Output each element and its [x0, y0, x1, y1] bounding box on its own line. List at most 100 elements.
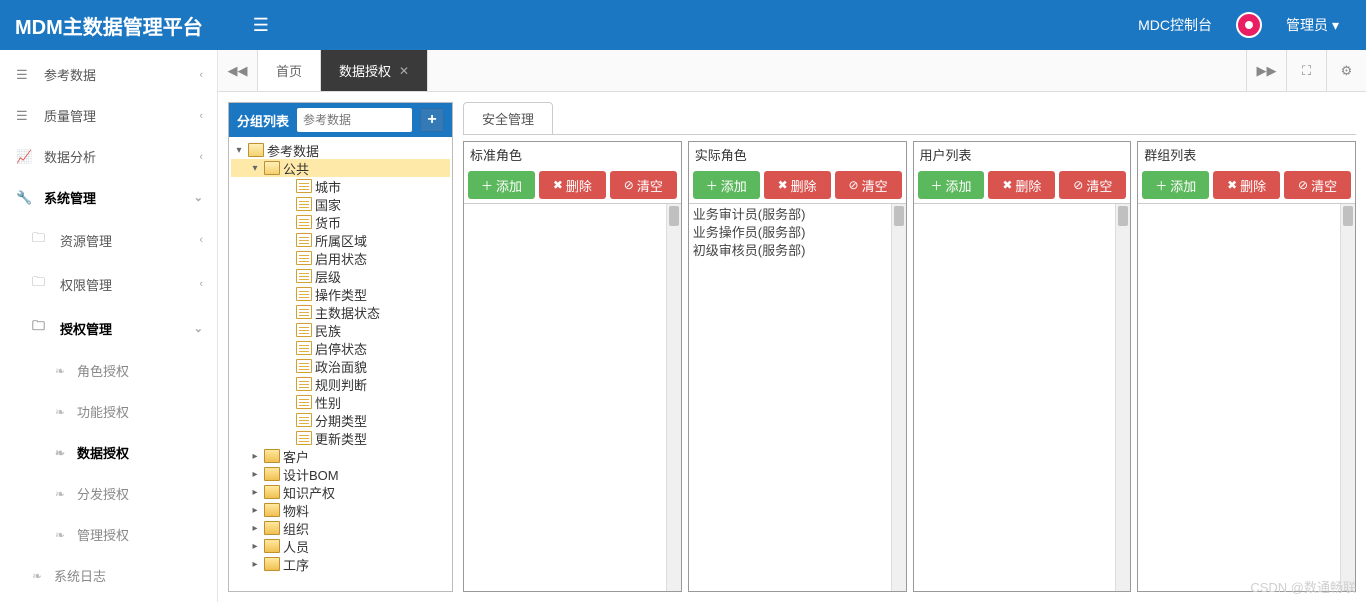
delete-button[interactable]: ✖删除 [988, 171, 1055, 199]
ban-icon: ⊘ [849, 178, 859, 192]
expand-icon[interactable]: ▸ [249, 541, 261, 552]
tree-node[interactable]: ▸工序 [231, 555, 450, 573]
tree-node[interactable]: ▸组织 [231, 519, 450, 537]
app-title: MDM主数据管理平台 [15, 11, 253, 40]
settings-button[interactable]: ⚙ [1326, 50, 1366, 91]
tree-node[interactable]: 操作类型 [231, 285, 450, 303]
sidebar-label: 系统管理 [44, 188, 96, 207]
expand-icon[interactable]: ▸ [249, 487, 261, 498]
tree-node[interactable]: ▸物料 [231, 501, 450, 519]
expand-icon[interactable]: ▸ [249, 559, 261, 570]
scrollbar-thumb[interactable] [669, 206, 679, 226]
close-icon[interactable]: ✕ [399, 64, 409, 78]
tab-data-auth[interactable]: 数据授权 ✕ [321, 50, 428, 91]
group-search-input[interactable] [297, 108, 412, 132]
clear-button[interactable]: ⊘清空 [835, 171, 902, 199]
sidebar-tail-item[interactable]: ❧修改密码 [0, 596, 217, 602]
tree-node[interactable]: 政治面貌 [231, 357, 450, 375]
clear-button[interactable]: ⊘清空 [1284, 171, 1351, 199]
user-menu[interactable]: 管理员▾ [1274, 15, 1351, 35]
tree-node[interactable]: 民族 [231, 321, 450, 339]
add-button[interactable]: ＋添加 [693, 171, 760, 199]
tree-node[interactable]: 规则判断 [231, 375, 450, 393]
sidebar-subitem[interactable]: 🗀授权管理⌄ [0, 306, 217, 350]
add-button[interactable]: ＋添加 [468, 171, 535, 199]
user-label: 管理员 [1286, 15, 1328, 35]
sidebar-item[interactable]: ☰质量管理‹ [0, 95, 217, 136]
tree-label: 知识产权 [283, 483, 335, 502]
list-item[interactable]: 初级审核员(服务部) [693, 242, 902, 260]
scrollbar-thumb[interactable] [894, 206, 904, 226]
sidebar-leaf[interactable]: ❧功能授权 [0, 391, 217, 432]
panel-title: 群组列表 [1138, 142, 1355, 167]
expand-icon[interactable]: ▾ [249, 163, 261, 174]
scrollbar[interactable] [666, 204, 681, 591]
tree-node[interactable]: 分期类型 [231, 411, 450, 429]
tabs-prev-button[interactable]: ◀◀ [218, 50, 258, 91]
sidebar-subitem[interactable]: 🗀资源管理‹ [0, 218, 217, 262]
tree-label: 操作类型 [315, 285, 367, 304]
tree-node[interactable]: 启停状态 [231, 339, 450, 357]
tree-node[interactable]: 性别 [231, 393, 450, 411]
tree-node[interactable]: ▸客户 [231, 447, 450, 465]
sidebar-leaf[interactable]: ❧角色授权 [0, 350, 217, 391]
right-area: 安全管理 标准角色 ＋添加 ✖删除 ⊘清空 实际角色 ＋添加 ✖删除 ⊘清空 业… [463, 102, 1356, 592]
list-item[interactable]: 业务审计员(服务部) [693, 206, 902, 224]
tree-node[interactable]: 所属区域 [231, 231, 450, 249]
tree-node[interactable]: 主数据状态 [231, 303, 450, 321]
tree-node[interactable]: ▸人员 [231, 537, 450, 555]
add-button[interactable]: ＋添加 [1142, 171, 1209, 199]
expand-icon[interactable]: ▾ [233, 145, 245, 156]
clear-button[interactable]: ⊘清空 [610, 171, 677, 199]
tree-node[interactable]: 国家 [231, 195, 450, 213]
expand-icon[interactable]: ▸ [249, 523, 261, 534]
tab-security[interactable]: 安全管理 [463, 102, 553, 134]
expand-icon[interactable]: ▸ [249, 469, 261, 480]
sidebar-item[interactable]: ☰参考数据‹ [0, 54, 217, 95]
sidebar-item[interactable]: 📈数据分析‹ [0, 136, 217, 177]
location-icon[interactable] [1224, 12, 1274, 38]
delete-button[interactable]: ✖删除 [539, 171, 606, 199]
tree-node[interactable]: 更新类型 [231, 429, 450, 447]
menu-toggle-icon[interactable]: ☰ [253, 15, 269, 36]
add-button[interactable]: ＋添加 [918, 171, 985, 199]
tree-node[interactable]: ▾公共 [231, 159, 450, 177]
tab-home[interactable]: 首页 [258, 50, 321, 91]
fullscreen-button[interactable]: ⛶ [1286, 50, 1326, 91]
tree-node[interactable]: 启用状态 [231, 249, 450, 267]
tree-node[interactable]: ▾参考数据 [231, 141, 450, 159]
tree-node[interactable]: 城市 [231, 177, 450, 195]
tree-node[interactable]: ▸ 知识产权 [231, 483, 450, 501]
folder-icon [264, 467, 280, 481]
scrollbar-thumb[interactable] [1343, 206, 1353, 226]
file-icon [296, 251, 312, 265]
sidebar-leaf[interactable]: ❧管理授权 [0, 514, 217, 555]
expand-icon[interactable]: ▸ [249, 451, 261, 462]
tabs-next-button[interactable]: ▶▶ [1246, 50, 1286, 91]
sidebar-subitem[interactable]: 🗀权限管理‹ [0, 262, 217, 306]
scrollbar-thumb[interactable] [1118, 206, 1128, 226]
chevron-icon: ‹ [199, 151, 203, 163]
delete-button[interactable]: ✖删除 [764, 171, 831, 199]
scrollbar[interactable] [891, 204, 906, 591]
sidebar-item[interactable]: 🔧系统管理⌄ [0, 177, 217, 218]
sidebar-tail-item[interactable]: ❧系统日志 [0, 555, 217, 596]
scrollbar[interactable] [1340, 204, 1355, 591]
delete-button[interactable]: ✖删除 [1213, 171, 1280, 199]
sidebar-leaf[interactable]: ❧分发授权 [0, 473, 217, 514]
cross-icon: ✖ [1227, 178, 1237, 192]
leaf-icon: ❧ [55, 528, 69, 542]
tree-node[interactable]: 层级 [231, 267, 450, 285]
panel-list [914, 204, 1131, 591]
tree-node[interactable]: ▸设计BOM [231, 465, 450, 483]
tree-node[interactable]: 货币 [231, 213, 450, 231]
expand-icon[interactable]: ▸ [249, 505, 261, 516]
list-item[interactable]: 业务操作员(服务部) [693, 224, 902, 242]
clear-button[interactable]: ⊘清空 [1059, 171, 1126, 199]
sidebar-leaf[interactable]: ❧数据授权 [0, 432, 217, 473]
file-icon [296, 197, 312, 211]
folder-icon: 🗀 [32, 317, 50, 339]
scrollbar[interactable] [1115, 204, 1130, 591]
console-link[interactable]: MDC控制台 [1126, 15, 1224, 35]
add-group-button[interactable]: + [420, 108, 444, 132]
